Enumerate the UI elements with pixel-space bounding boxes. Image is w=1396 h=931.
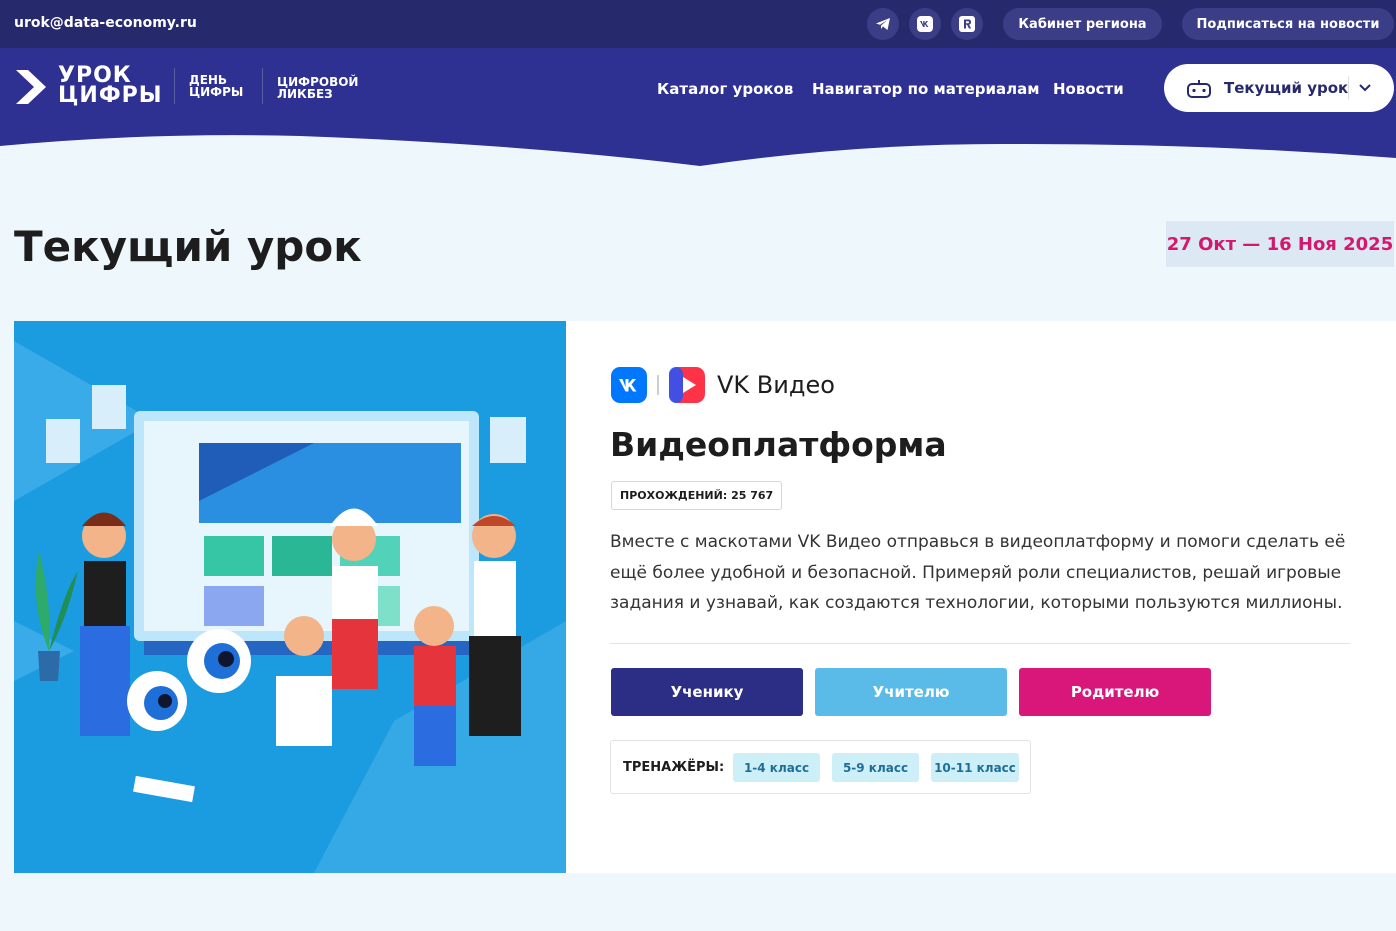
lesson-illustration[interactable]: [14, 321, 566, 873]
student-button[interactable]: Ученику: [611, 668, 803, 716]
nav-lesson-catalog[interactable]: Каталог уроков: [657, 80, 793, 98]
current-lesson-label: Текущий урок: [1224, 79, 1349, 97]
vk-button[interactable]: [909, 8, 941, 40]
completions-badge: ПРОХОЖДЕНИЙ: 25 767: [611, 481, 783, 510]
trainers-label: ТРЕНАЖЁРЫ:: [623, 760, 725, 775]
vk-video-icon: [669, 367, 705, 403]
parent-button[interactable]: Родителю: [1019, 668, 1211, 716]
logo-mark-icon: [16, 70, 46, 104]
logo-divider: [262, 68, 263, 104]
region-cabinet-button[interactable]: Кабинет региона: [1003, 8, 1162, 40]
lesson-illustration-art: [14, 321, 566, 873]
vk-icon: [917, 16, 933, 32]
telegram-icon: [876, 18, 890, 30]
page-title: Текущий урок: [14, 222, 362, 271]
gamepad-icon: [1187, 80, 1211, 98]
lesson-description: Вместе с маскотами VK Видео отправься в …: [610, 532, 1346, 613]
logo-divider: [174, 68, 175, 104]
top-bar: urok@data-economy.ru Кабинет региона Под…: [0, 0, 1396, 48]
nav-news[interactable]: Новости: [1053, 80, 1124, 98]
den-cifry-logo[interactable]: ДЕНЬ ЦИФРЫ: [189, 74, 243, 98]
dropdown-divider: [1348, 76, 1349, 100]
rutube-button[interactable]: [951, 8, 983, 40]
teacher-button[interactable]: Учителю: [815, 668, 1007, 716]
brand-name: VK Видео: [717, 371, 835, 399]
current-lesson-dropdown[interactable]: Текущий урок: [1164, 64, 1394, 112]
trainer-grade-5-9[interactable]: 5-9 класс: [832, 753, 919, 782]
trainer-grade-1-4[interactable]: 1-4 класс: [733, 753, 820, 782]
nav-materials-navigator[interactable]: Навигатор по материалам: [812, 80, 1039, 98]
cifrovoy-likbez-logo[interactable]: ЦИФРОВОЙ ЛИКБЕЗ: [277, 76, 358, 100]
brand-divider: [657, 375, 659, 395]
section-divider: [610, 643, 1350, 644]
rutube-icon: [959, 16, 975, 32]
site-header: УРОК ЦИФРЫ ДЕНЬ ЦИФРЫ ЦИФРОВОЙ ЛИКБЕЗ Ка…: [0, 48, 1396, 170]
trainer-grade-10-11[interactable]: 10-11 класс: [931, 753, 1019, 782]
subscribe-news-button[interactable]: Подписаться на новости: [1182, 8, 1394, 40]
contact-email-link[interactable]: urok@data-economy.ru: [14, 15, 197, 31]
telegram-button[interactable]: [867, 8, 899, 40]
trainers-panel: ТРЕНАЖЁРЫ: 1-4 класс 5-9 класс 10-11 кла…: [610, 740, 1031, 794]
vk-logo-icon: [611, 367, 647, 403]
chevron-down-icon: [1359, 84, 1371, 92]
lesson-card: VK Видео Видеоплатформа ПРОХОЖДЕНИЙ: 25 …: [14, 321, 1396, 873]
date-range-badge: 27 Окт — 16 Ноя 2025: [1166, 221, 1394, 267]
lesson-title: Видеоплатформа: [610, 425, 947, 464]
logo-wordmark[interactable]: УРОК ЦИФРЫ: [58, 65, 163, 107]
